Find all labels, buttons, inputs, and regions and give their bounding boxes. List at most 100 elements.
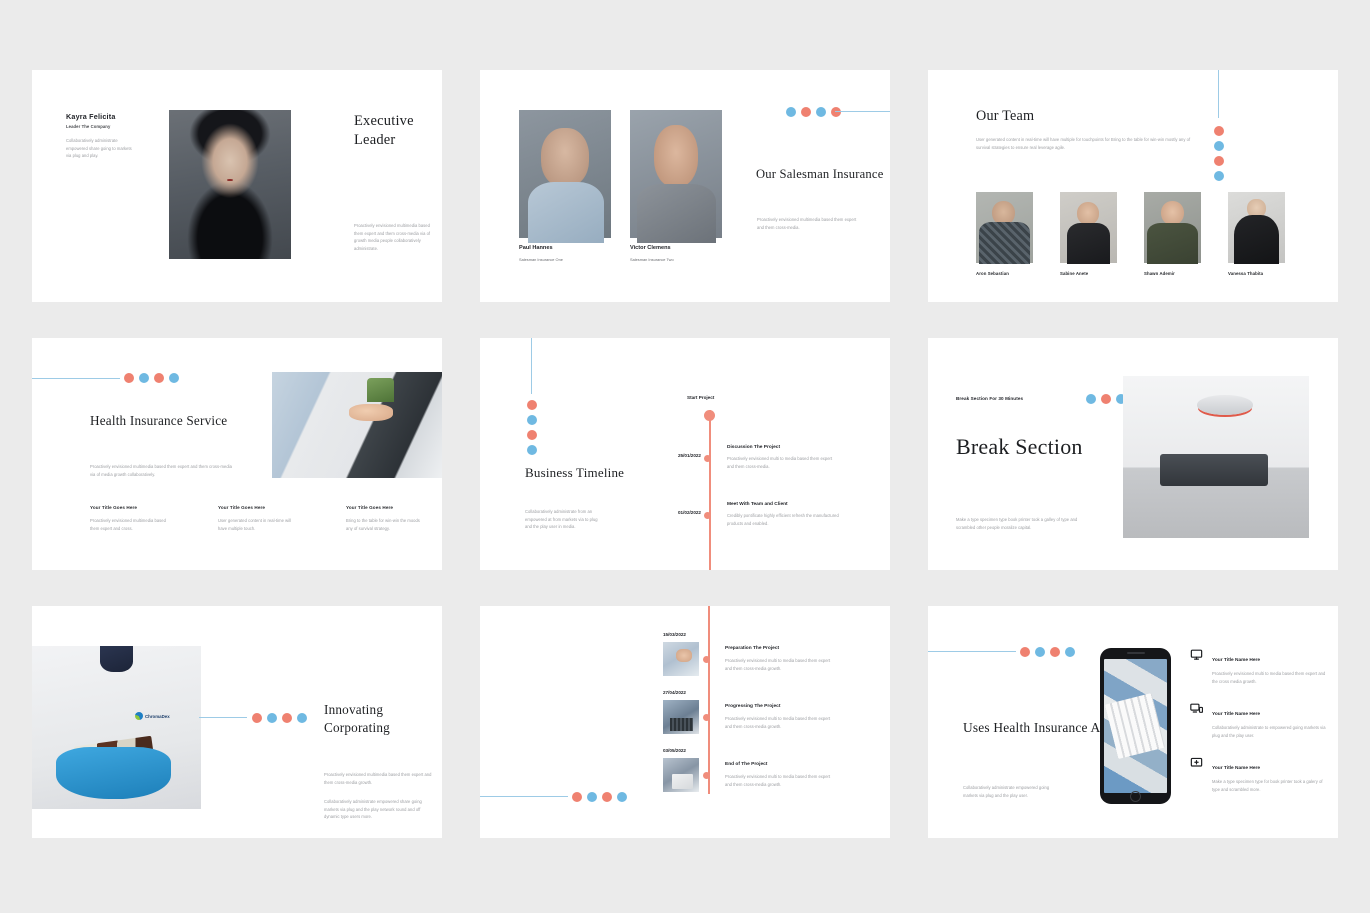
dot-blue xyxy=(1086,394,1096,404)
dot-blue xyxy=(267,713,277,723)
dot-orange xyxy=(124,373,134,383)
slide-title: Innovating Corporating xyxy=(324,702,390,735)
dot-orange xyxy=(1050,647,1060,657)
break-label: Break Section For 30 Minutes xyxy=(956,396,1024,401)
dot-blue xyxy=(297,713,307,723)
feature-column: Your Title Goes Here User generated cont… xyxy=(218,505,295,532)
event-date: 27/04/2022 xyxy=(663,690,686,695)
dot-blue xyxy=(1214,141,1224,151)
slide-paragraph-two: Collaboratively administrate empowered s… xyxy=(324,799,422,820)
slide-title: Business Timeline xyxy=(525,465,625,480)
slide-paragraph: Collaboratively administrate empowered g… xyxy=(963,785,1050,798)
team-member-card[interactable]: Aron Sebastian xyxy=(976,192,1033,276)
dot-orange xyxy=(1214,126,1224,136)
member-name: Sabine Anete xyxy=(1060,271,1089,276)
phone-home-button-icon xyxy=(1130,791,1141,802)
slide-our-team[interactable]: Our Team User generated content in real-… xyxy=(928,70,1338,302)
feature-heading: Your Title Name Here xyxy=(1212,712,1261,718)
slide-paragraph: User generated content in real-time will… xyxy=(976,137,1191,150)
slide-innovating-corporating[interactable]: ChromaDex Innovating Corporating Proacti… xyxy=(32,606,442,838)
team-member-card[interactable]: Sabine Anete xyxy=(1060,192,1117,276)
dot-indicator xyxy=(786,107,841,117)
dot-blue xyxy=(527,445,537,455)
event-thumbnail xyxy=(663,642,699,676)
dot-blue xyxy=(527,415,537,425)
operating-room-photo xyxy=(1123,376,1309,538)
event-date: 15/03/2022 xyxy=(663,632,686,637)
feature-item[interactable]: Your Title Name Here Make a type specime… xyxy=(1190,756,1330,793)
slide-title: Health Insurance Service xyxy=(90,413,228,428)
slide-business-timeline[interactable]: Business Timeline Collaboratively admini… xyxy=(480,338,890,570)
slide-uses-health-insurance-app[interactable]: Uses Health Insurance App For Ease Colla… xyxy=(928,606,1338,838)
dot-orange xyxy=(527,400,537,410)
decor-line xyxy=(928,651,1016,652)
dot-orange xyxy=(154,373,164,383)
feature-item[interactable]: Your Title Name Here Collaboratively adm… xyxy=(1190,702,1330,739)
column-heading: Your Title Goes Here xyxy=(218,505,266,510)
column-heading: Your Title Goes Here xyxy=(346,505,394,510)
dot-orange xyxy=(801,107,811,117)
salesman-photo-two xyxy=(630,110,722,244)
chromadex-logo: ChromaDex xyxy=(135,712,170,720)
slide-our-salesman-insurance[interactable]: Paul Hannes Salesman Insurance One Victo… xyxy=(480,70,890,302)
event-date: 03/05/2022 xyxy=(663,748,686,753)
feature-item[interactable]: Your Title Name Here Proactively envisio… xyxy=(1190,648,1330,685)
slide-break-section[interactable]: Break Section For 30 Minutes Break Secti… xyxy=(928,338,1338,570)
event-heading: Discussion The Project xyxy=(727,445,781,450)
column-heading: Your Title Goes Here xyxy=(90,505,138,510)
member-name: Vanessa Thabita xyxy=(1228,271,1264,276)
feature-body: Collaboratively administrate to empowere… xyxy=(1212,725,1326,738)
dot-blue xyxy=(587,792,597,802)
decor-line xyxy=(835,111,890,112)
dot-orange xyxy=(1020,647,1030,657)
slide-executive-leader[interactable]: Kayra Felicita Leader The Company Collab… xyxy=(32,70,442,302)
event-body: Credibly pontificate highly efficient re… xyxy=(727,513,839,526)
leader-role: Leader The Company xyxy=(66,124,111,129)
feature-columns: Your Title Goes Here Proactively envisio… xyxy=(90,505,423,532)
decor-line-vertical xyxy=(1218,70,1219,118)
dot-orange xyxy=(527,430,537,440)
dot-orange xyxy=(1214,156,1224,166)
slide-title: Our Salesman Insurance xyxy=(756,167,884,181)
slide-project-timeline[interactable]: 15/03/2022 Preparation The Project Proac… xyxy=(480,606,890,838)
dot-blue xyxy=(617,792,627,802)
event-thumbnail xyxy=(663,700,699,734)
event-thumbnail xyxy=(663,758,699,792)
salesman-name-two: Victor Clemens xyxy=(630,245,671,251)
event-body: Proactively envisioned multi to media ba… xyxy=(727,456,833,469)
decor-line-vertical xyxy=(531,338,532,394)
member-name: Shawn Ademir xyxy=(1144,271,1175,276)
column-body: Bring to the table for win-win the moods… xyxy=(346,518,420,531)
event-heading: Preparation The Project xyxy=(725,646,780,651)
dot-indicator xyxy=(1020,647,1075,657)
dot-orange xyxy=(602,792,612,802)
lab-hands-photo xyxy=(32,646,201,809)
column-body: User generated content in real-time will… xyxy=(218,518,291,531)
event-date: 25/01/2022 xyxy=(678,453,701,458)
member-photo xyxy=(1144,192,1201,265)
salesman-name-one: Paul Hannes xyxy=(519,245,553,251)
timeline-start-node xyxy=(704,410,715,421)
event-body: Proactively envisioned multi to media ba… xyxy=(725,716,831,729)
dot-blue xyxy=(816,107,826,117)
dot-indicator xyxy=(124,373,179,383)
salesman-role-one: Salesman Insurance One xyxy=(519,257,563,262)
event-body: Proactively envisioned multi to media ba… xyxy=(725,658,831,671)
monitor-icon xyxy=(1190,648,1203,661)
dot-orange xyxy=(1101,394,1111,404)
slide-paragraph-one: Proactively envisioned multimedia based … xyxy=(324,772,432,785)
slide-title: Executive Leader xyxy=(354,113,414,148)
slide-paragraph: Make a type specimen type book printer t… xyxy=(956,517,1078,530)
column-body: Proactively envisioned multimedia based … xyxy=(90,518,166,531)
team-member-card[interactable]: Shawn Ademir xyxy=(1144,192,1201,276)
desk-laptop-photo xyxy=(272,372,442,478)
team-member-card[interactable]: Vanessa Thabita xyxy=(1228,192,1285,276)
event-heading: Progressing The Project xyxy=(725,704,781,709)
dot-orange xyxy=(831,107,841,117)
dot-orange xyxy=(252,713,262,723)
team-member-list: Aron Sebastian Sabine Anete Shawn Ademir… xyxy=(976,192,1285,276)
vials-detail xyxy=(73,735,156,782)
slide-health-insurance-service[interactable]: Health Insurance Service Proactively env… xyxy=(32,338,442,570)
logo-text: ChromaDex xyxy=(145,713,170,719)
phone-screen-photo xyxy=(1104,659,1167,793)
